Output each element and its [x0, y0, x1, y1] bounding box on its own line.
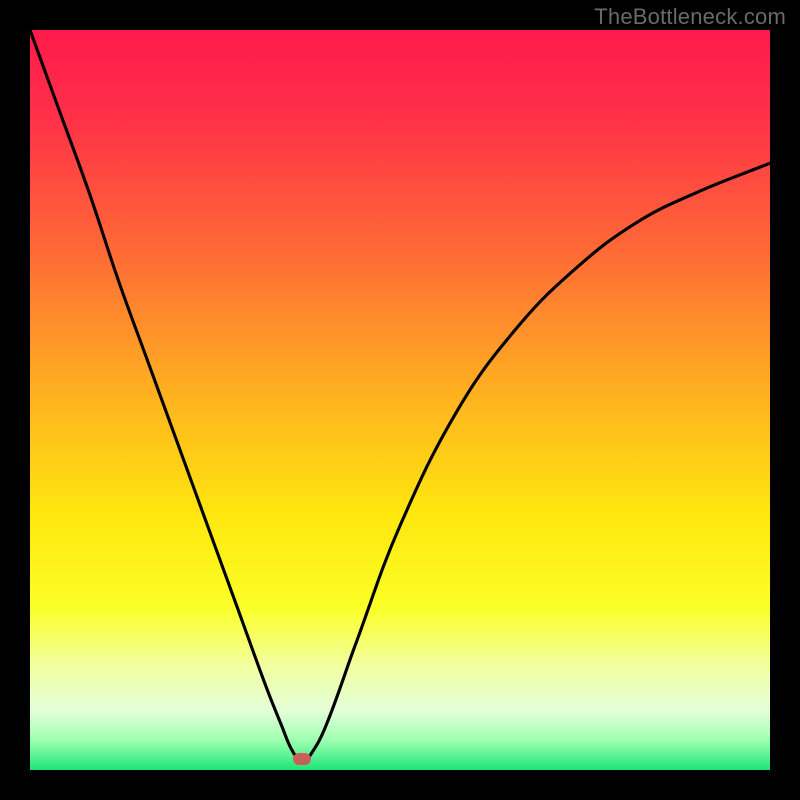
watermark-text: TheBottleneck.com — [594, 4, 786, 30]
bottleneck-curve — [30, 30, 770, 770]
chart-frame: TheBottleneck.com — [0, 0, 800, 800]
optimum-marker — [293, 753, 311, 765]
plot-area — [30, 30, 770, 770]
